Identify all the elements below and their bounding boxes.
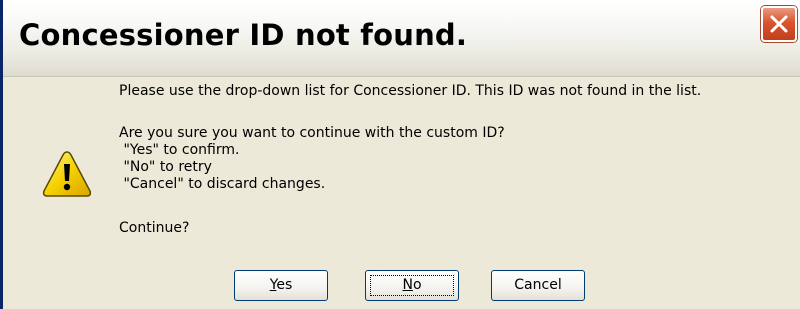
message-instruction: Please use the drop-down list for Conces…: [119, 83, 702, 99]
message-no-hint: "No" to retry: [119, 159, 212, 175]
close-button[interactable]: [761, 6, 797, 42]
dialog-body: Please use the drop-down list for Conces…: [3, 77, 800, 309]
close-icon: [770, 15, 788, 33]
focus-indicator: [370, 275, 454, 296]
message-yes-hint: "Yes" to confirm.: [119, 142, 240, 158]
warning-icon: [42, 151, 92, 197]
yes-button[interactable]: Yes: [234, 270, 328, 301]
message-question: Are you sure you want to continue with t…: [119, 125, 505, 141]
cancel-label: Cancel: [514, 277, 562, 293]
no-button[interactable]: No: [365, 270, 459, 301]
message-cancel-hint: "Cancel" to discard changes.: [119, 176, 326, 192]
message-continue: Continue?: [119, 220, 190, 236]
title-bar[interactable]: Concessioner ID not found.: [3, 0, 800, 77]
dialog-window: Concessioner ID not found. Please use th…: [0, 0, 800, 309]
yes-label: es: [276, 277, 293, 293]
dialog-title: Concessioner ID not found.: [19, 18, 468, 52]
cancel-button[interactable]: Cancel: [491, 270, 585, 301]
